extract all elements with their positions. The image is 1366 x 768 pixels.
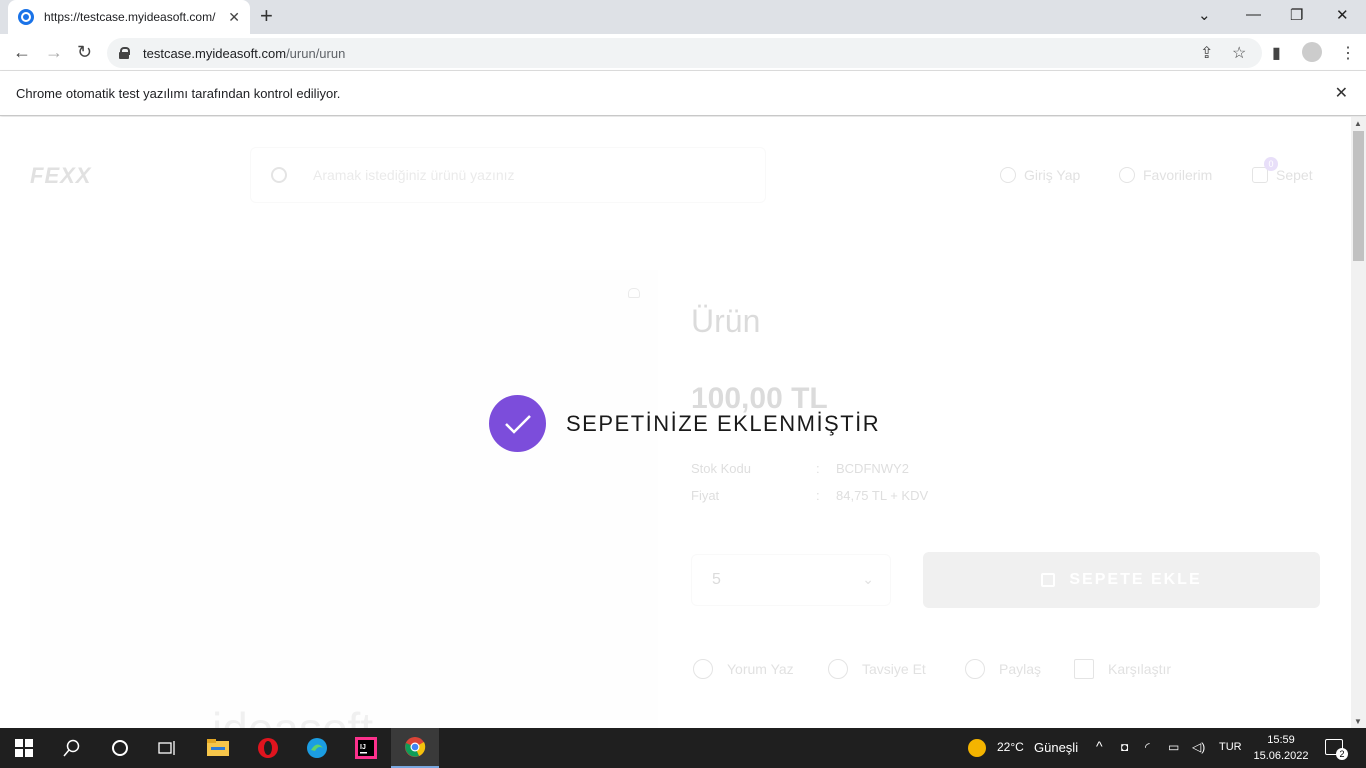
chevron-down-icon: ⌄: [862, 571, 874, 587]
task-view-icon[interactable]: [144, 728, 192, 768]
language-indicator[interactable]: TUR: [1219, 741, 1242, 753]
login-link[interactable]: Giriş Yap: [1000, 167, 1080, 183]
product-name: Ürün: [691, 303, 761, 339]
forward-icon[interactable]: →: [45, 42, 63, 63]
edge-icon[interactable]: [293, 728, 341, 768]
sun-weather-icon[interactable]: [968, 739, 986, 757]
profile-icon[interactable]: [1302, 42, 1322, 62]
address-bar[interactable]: testcase.myideasoft.com/urun/urun: [107, 38, 1262, 68]
share-nodes-icon: [965, 659, 985, 679]
reload-icon[interactable]: ↻: [77, 42, 92, 63]
cortana-icon[interactable]: [96, 728, 144, 768]
favorites-link[interactable]: Favorilerim: [1119, 167, 1212, 183]
bookmark-star-icon[interactable]: ☆: [1232, 43, 1246, 63]
meet-icon[interactable]: ◘: [1121, 740, 1128, 754]
price-label: Fiyat: [691, 488, 720, 503]
favorites-label: Favorilerim: [1143, 167, 1213, 183]
scroll-down-icon[interactable]: ▼: [1354, 717, 1362, 726]
lock-icon[interactable]: [119, 47, 130, 59]
quantity-select[interactable]: 5 ⌄: [691, 554, 891, 606]
new-tab-icon[interactable]: +: [260, 5, 273, 27]
browser-tab[interactable]: https://testcase.myideasoft.com/ ✕: [8, 0, 250, 34]
intellij-icon[interactable]: IJ: [342, 728, 390, 768]
search-placeholder: Aramak istediğiniz ürünü yazınız: [313, 167, 515, 183]
tab-title: https://testcase.myideasoft.com/: [44, 10, 216, 24]
search-icon: [271, 167, 287, 183]
minimize-icon[interactable]: —: [1246, 6, 1261, 23]
cart-count-badge: 0: [1264, 157, 1278, 171]
comment-icon: [693, 659, 713, 679]
browser-toolbar: ← → ↻ testcase.myideasoft.com/urun/urun …: [0, 34, 1366, 71]
site-logo[interactable]: FEXX: [30, 163, 91, 189]
write-review-link[interactable]: Yorum Yaz: [693, 659, 794, 679]
share-icon[interactable]: ⇪: [1200, 43, 1213, 63]
url-host: testcase.myideasoft.com: [143, 45, 287, 61]
infobar-close-icon[interactable]: ✕: [1335, 83, 1348, 103]
chevron-up-icon[interactable]: ^: [1096, 738, 1103, 754]
svg-text:IJ: IJ: [360, 744, 366, 751]
back-icon[interactable]: ←: [13, 42, 31, 63]
compare-link[interactable]: Karşılaştır: [1074, 659, 1171, 679]
file-explorer-icon[interactable]: [194, 728, 242, 768]
site-favicon-icon: [18, 9, 34, 25]
search-box[interactable]: Aramak istediğiniz ürünü yazınız: [250, 147, 766, 203]
close-tab-icon[interactable]: ✕: [228, 9, 240, 26]
cart-icon: [1041, 573, 1056, 587]
recommend-link[interactable]: Tavsiye Et: [828, 659, 926, 679]
favorite-heart-icon[interactable]: [628, 288, 640, 298]
stock-code-label: Stok Kodu: [691, 461, 751, 476]
check-circle-icon: [489, 395, 546, 452]
compare-icon: [1074, 659, 1094, 679]
cart-link[interactable]: Sepet: [1252, 167, 1313, 183]
scroll-up-icon[interactable]: ▲: [1354, 119, 1362, 128]
search-taskbar-icon[interactable]: [48, 728, 96, 768]
side-panel-icon[interactable]: ▮: [1272, 43, 1281, 63]
weather-text[interactable]: Güneşli: [1034, 740, 1078, 755]
compare-label: Karşılaştır: [1108, 661, 1172, 677]
automation-infobar: Chrome otomatik test yazılımı tarafından…: [0, 71, 1366, 116]
page-scrollbar[interactable]: ▲ ▼: [1351, 117, 1366, 728]
quantity-value: 5: [712, 571, 721, 588]
system-clock[interactable]: 15:59 15.06.2022: [1252, 732, 1310, 764]
stock-code-value: BCDFNWY2: [836, 461, 909, 476]
clock-time: 15:59: [1267, 734, 1295, 746]
weather-temp[interactable]: 22°C: [997, 740, 1024, 754]
chrome-taskbar-icon[interactable]: [391, 728, 439, 768]
recommend-label: Tavsiye Et: [862, 661, 926, 677]
toast-message: SEPETİNİZE EKLENMİŞTİR: [566, 410, 881, 436]
share-link[interactable]: Paylaş: [965, 659, 1041, 679]
add-to-cart-button[interactable]: SEPETE EKLE: [923, 552, 1320, 608]
user-icon: [1000, 167, 1016, 183]
users-icon: [828, 659, 848, 679]
price-value: 84,75 TL + KDV: [836, 488, 929, 503]
start-button[interactable]: [0, 728, 48, 768]
infobar-text: Chrome otomatik test yazılımı tarafından…: [16, 85, 341, 101]
share-label: Paylaş: [999, 661, 1042, 677]
clock-date: 15.06.2022: [1253, 750, 1309, 762]
notification-count: 2: [1336, 748, 1348, 760]
restore-icon[interactable]: ❐: [1290, 6, 1303, 24]
volume-icon[interactable]: ◁): [1192, 740, 1205, 754]
add-to-cart-label: SEPETE EKLE: [1069, 571, 1202, 588]
tab-strip: https://testcase.myideasoft.com/ ✕ + ⌄ —…: [0, 0, 1366, 34]
price-separator: :: [816, 488, 820, 503]
product-image: [30, 270, 658, 728]
cart-label: Sepet: [1276, 167, 1313, 183]
tab-search-icon[interactable]: ⌄: [1198, 6, 1211, 24]
added-to-cart-toast: SEPETİNİZE EKLENMİŞTİR: [489, 395, 880, 452]
url-path: /urun/urun: [286, 45, 346, 61]
opera-icon[interactable]: [244, 728, 292, 768]
stock-code-separator: :: [816, 461, 820, 476]
windows-logo-icon: [15, 739, 33, 757]
write-review-label: Yorum Yaz: [727, 661, 794, 677]
windows-taskbar: IJ 22°C Güneşli ^ ◘ ◜ ▭ ◁) TUR 15:59 15.…: [0, 728, 1366, 768]
ideasoft-watermark: ideasoft: [212, 702, 373, 728]
battery-icon[interactable]: ▭: [1168, 740, 1179, 754]
heart-icon: [1119, 167, 1135, 183]
network-icon[interactable]: ◜: [1145, 740, 1150, 754]
close-window-icon[interactable]: ✕: [1336, 6, 1349, 24]
menu-dots-icon[interactable]: ⋮: [1340, 43, 1356, 63]
login-label: Giriş Yap: [1024, 167, 1081, 183]
scrollbar-thumb[interactable]: [1353, 131, 1364, 261]
